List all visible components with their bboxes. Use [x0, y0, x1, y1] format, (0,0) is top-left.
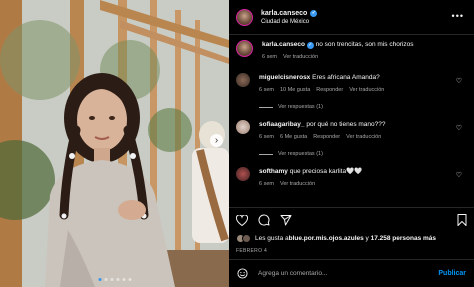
comment-likes[interactable]: 10 Me gusta — [280, 87, 310, 93]
carousel-dot — [128, 278, 131, 281]
photo-illustration — [0, 0, 229, 287]
caption-time: 6 sem — [262, 54, 277, 60]
comment-meta: 6 sem Ver traducción — [259, 181, 459, 187]
comment-username[interactable]: sofiaagaribay_ — [259, 121, 305, 128]
caption-username[interactable]: karla.canseco — [262, 41, 305, 48]
carousel-dot — [122, 278, 125, 281]
likes-mid: y — [363, 235, 371, 242]
post-header: karla.canseco ✓ Ciudad de México ••• — [229, 0, 474, 35]
comment-text: sofiaagaribay_ por qué no tienes mano??? — [259, 120, 459, 129]
more-options-icon[interactable]: ••• — [452, 11, 464, 21]
action-icons — [236, 211, 467, 229]
view-replies[interactable]: Ver respuestas (1) — [259, 104, 459, 110]
carousel-dot — [104, 278, 107, 281]
comment-body: miguelcisnerosx Eres africana Amanda? 6 … — [259, 73, 459, 110]
caption-meta: 6 sem Ver traducción — [262, 54, 462, 60]
comment-translate-link[interactable]: Ver traducción — [280, 181, 315, 187]
caption-body: karla.canseco ✓ no son trencitas, son mi… — [262, 40, 462, 60]
comment-row: softhamy que preciosa karlita🤍🤍 6 sem Ve… — [236, 167, 467, 187]
verified-icon: ✓ — [310, 9, 318, 17]
comment-reply-link[interactable]: Responder — [316, 87, 343, 93]
commenter-avatar[interactable] — [236, 167, 250, 181]
comment-body: softhamy que preciosa karlita🤍🤍 6 sem Ve… — [259, 167, 459, 187]
replies-divider — [259, 106, 273, 108]
caption-row: karla.canseco ✓ no son trencitas, son mi… — [236, 40, 467, 60]
comment-likes[interactable]: 6 Me gusta — [280, 134, 307, 140]
view-replies-label[interactable]: Ver respuestas (1) — [278, 104, 323, 110]
caption-avatar[interactable] — [236, 40, 253, 57]
comment-username[interactable]: softhamy — [259, 168, 288, 175]
commenter-avatar[interactable] — [236, 73, 250, 87]
instagram-post-modal: › karla.canseco ✓ Ciudad de México ••• k… — [0, 0, 474, 287]
comment-content: por qué no tienes mano??? — [306, 121, 386, 128]
carousel-dot — [116, 278, 119, 281]
comment-reply-link[interactable]: Responder — [313, 134, 340, 140]
post-comment-button[interactable]: Publicar — [438, 270, 466, 277]
comment-translate-link[interactable]: Ver traducción — [346, 134, 381, 140]
post-photo[interactable]: › — [0, 0, 229, 287]
author-username-row: karla.canseco ✓ — [261, 9, 318, 17]
comment-translate-link[interactable]: Ver traducción — [349, 87, 384, 93]
author-avatar[interactable] — [236, 8, 253, 26]
comment-row: sofiaagaribay_ por qué no tienes mano???… — [236, 120, 467, 157]
post-details-panel: karla.canseco ✓ Ciudad de México ••• kar… — [229, 0, 474, 287]
carousel-dot — [110, 278, 113, 281]
comment-row: miguelcisnerosx Eres africana Amanda? 6 … — [236, 73, 467, 110]
bookmark-icon[interactable] — [457, 214, 467, 226]
replies-divider — [259, 153, 273, 155]
comments-list[interactable]: karla.canseco ✓ no son trencitas, son mi… — [229, 35, 474, 187]
comment-like-heart-icon[interactable]: ♡ — [456, 171, 462, 179]
verified-icon: ✓ — [306, 42, 314, 49]
caption-translate-link[interactable]: Ver traducción — [283, 54, 318, 60]
post-date[interactable]: FEBRERO 4 — [236, 248, 467, 254]
comment-meta: 6 sem 10 Me gusta Responder Ver traducci… — [259, 87, 459, 93]
add-comment-bar: Publicar — [229, 259, 474, 287]
post-location[interactable]: Ciudad de México — [261, 19, 317, 25]
comment-text: miguelcisnerosx Eres africana Amanda? — [259, 73, 459, 82]
comment-content: Eres africana Amanda? — [312, 74, 380, 81]
comment-meta: 6 sem 6 Me gusta Responder Ver traducció… — [259, 134, 459, 140]
commenter-avatar[interactable] — [236, 120, 250, 134]
heart-icon[interactable] — [236, 214, 248, 226]
view-replies-label[interactable]: Ver respuestas (1) — [278, 151, 323, 157]
author-info: karla.canseco ✓ Ciudad de México — [261, 9, 318, 25]
liker-avatar — [242, 234, 251, 243]
comment-time: 6 sem — [259, 87, 274, 93]
post-actions: Les gusta a blue.por.mis.ojos.azules y 1… — [229, 207, 474, 254]
comment-input[interactable] — [256, 269, 439, 278]
comment-like-heart-icon[interactable]: ♡ — [456, 124, 462, 132]
caption-content: no son trencitas, son mis chorizos — [315, 41, 414, 48]
comment-username[interactable]: miguelcisnerosx — [259, 74, 310, 81]
likes-summary[interactable]: Les gusta a blue.por.mis.ojos.azules y 1… — [236, 234, 467, 243]
carousel-dot-active — [98, 278, 101, 281]
carousel-dots — [98, 278, 131, 281]
comment-body: sofiaagaribay_ por qué no tienes mano???… — [259, 120, 459, 157]
likes-user[interactable]: blue.por.mis.ojos.azules — [289, 235, 364, 242]
comment-like-heart-icon[interactable]: ♡ — [456, 77, 462, 85]
likes-count[interactable]: 17.258 personas más — [371, 235, 436, 242]
view-replies[interactable]: Ver respuestas (1) — [259, 151, 459, 157]
comment-content: que preciosa karlita🤍🤍 — [289, 168, 363, 175]
comment-time: 6 sem — [259, 134, 274, 140]
caption-text: karla.canseco ✓ no son trencitas, son mi… — [262, 40, 462, 49]
next-image-button[interactable]: › — [210, 134, 223, 147]
comment-time: 6 sem — [259, 181, 274, 187]
likes-prefix: Les gusta a — [255, 235, 289, 242]
share-icon[interactable] — [280, 214, 292, 226]
comment-text: softhamy que preciosa karlita🤍🤍 — [259, 167, 459, 176]
emoji-icon[interactable] — [237, 268, 248, 279]
author-username[interactable]: karla.canseco — [261, 10, 307, 17]
comment-icon[interactable] — [258, 214, 270, 226]
